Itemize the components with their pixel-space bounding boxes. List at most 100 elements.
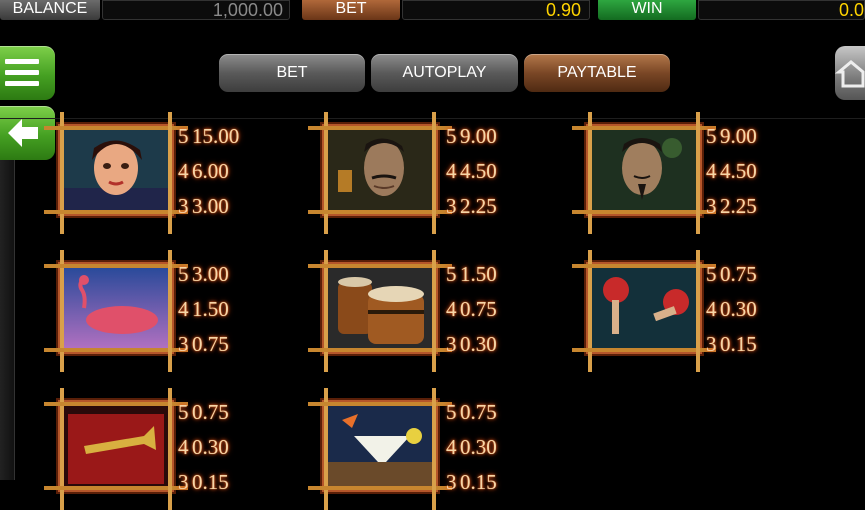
match-count: 3 [178, 470, 189, 494]
match-count: 5 [706, 124, 717, 148]
payout-value: 0.75 [192, 332, 229, 356]
match-count: 4 [178, 297, 189, 321]
win-label: WIN [598, 0, 696, 20]
match-count: 4 [178, 435, 189, 459]
pay-line: 4 0.30 [446, 435, 497, 460]
payout-value: 1.50 [192, 297, 229, 321]
pay-line: 5 9.00 [706, 124, 757, 149]
pay-line: 4 4.50 [446, 159, 497, 184]
pay-line: 3 0.15 [706, 332, 757, 357]
payout-value: 0.75 [460, 400, 497, 424]
match-count: 3 [446, 470, 457, 494]
hamburger-icon [5, 59, 39, 64]
pay-line: 5 0.75 [446, 400, 497, 425]
symbol-maracas [572, 250, 716, 372]
payout-value: 0.15 [192, 470, 229, 494]
bamboo-bar [572, 210, 716, 214]
woman-icon [64, 130, 168, 210]
pay-line: 3 0.15 [446, 470, 497, 495]
payout-value: 0.30 [460, 332, 497, 356]
payout-value: 2.25 [720, 194, 757, 218]
match-count: 3 [446, 194, 457, 218]
bet-label: BET [302, 0, 400, 20]
match-count: 4 [446, 159, 457, 183]
pay-line: 3 0.15 [178, 470, 229, 495]
bamboo-bar [572, 348, 716, 352]
man-mustache-icon [328, 130, 432, 210]
symbol-trumpet-case [44, 388, 188, 510]
payout-value: 9.00 [720, 124, 757, 148]
match-count: 3 [178, 332, 189, 356]
payout-value: 0.30 [720, 297, 757, 321]
pay-line: 5 1.50 [446, 262, 497, 287]
payout-value: 0.75 [192, 400, 229, 424]
status-bar: BALANCE 1,000.00 BET 0.90 WIN 0.0 [0, 0, 865, 22]
payout-value: 6.00 [192, 159, 229, 183]
pay-line: 4 4.50 [706, 159, 757, 184]
bamboo-bar [308, 486, 452, 490]
pay-line: 3 0.75 [178, 332, 229, 357]
payout-value: 0.75 [720, 262, 757, 286]
symbol-flamingo [44, 250, 188, 372]
pay-line: 3 2.25 [446, 194, 497, 219]
home-button[interactable] [834, 46, 865, 100]
home-icon [834, 60, 865, 88]
pay-line: 3 2.25 [706, 194, 757, 219]
payout-value: 3.00 [192, 262, 229, 286]
payout-value: 4.50 [460, 159, 497, 183]
trumpet-case-icon [64, 406, 168, 486]
symbol-man-with-goatee [572, 112, 716, 234]
match-count: 5 [446, 124, 457, 148]
side-rail [0, 160, 15, 480]
payout-value: 0.30 [192, 435, 229, 459]
match-count: 3 [706, 332, 717, 356]
pay-line: 5 9.00 [446, 124, 497, 149]
match-count: 5 [178, 124, 189, 148]
payout-value: 15.00 [192, 124, 240, 148]
match-count: 5 [178, 262, 189, 286]
man-goatee-icon [592, 130, 696, 210]
bamboo-bar [44, 210, 188, 214]
match-count: 5 [178, 400, 189, 424]
match-count: 3 [178, 194, 189, 218]
payout-value: 0.15 [720, 332, 757, 356]
match-count: 4 [446, 297, 457, 321]
pay-line: 4 1.50 [178, 297, 229, 322]
match-count: 4 [706, 297, 717, 321]
balance-label: BALANCE [0, 0, 100, 20]
maracas-icon [592, 268, 696, 348]
arrow-left-icon [8, 119, 38, 147]
pay-line: 4 6.00 [178, 159, 229, 184]
bamboo-bar [44, 348, 188, 352]
tab-paytable[interactable]: PAYTABLE [524, 54, 670, 92]
cocktail-icon [328, 406, 432, 486]
match-count: 5 [706, 262, 717, 286]
bamboo-bar [308, 210, 452, 214]
symbol-man-with-mustache [308, 112, 452, 234]
menu-button[interactable] [0, 46, 55, 100]
match-count: 4 [446, 435, 457, 459]
match-count: 3 [446, 332, 457, 356]
bet-value: 0.90 [402, 0, 590, 20]
pay-line: 4 0.75 [446, 297, 497, 322]
bamboo-bar [44, 486, 188, 490]
payout-value: 0.30 [460, 435, 497, 459]
back-button[interactable] [0, 106, 55, 160]
symbol-bongo-drums [308, 250, 452, 372]
pay-line: 4 0.30 [706, 297, 757, 322]
payout-value: 9.00 [460, 124, 497, 148]
pay-line: 3 0.30 [446, 332, 497, 357]
tab-bet[interactable]: BET [219, 54, 365, 92]
payout-value: 0.75 [460, 297, 497, 321]
match-count: 5 [446, 262, 457, 286]
payout-value: 0.15 [460, 470, 497, 494]
bongo-drums-icon [328, 268, 432, 348]
symbol-cocktail [308, 388, 452, 510]
tab-autoplay[interactable]: AUTOPLAY [371, 54, 518, 92]
symbol-woman [44, 112, 188, 234]
match-count: 4 [178, 159, 189, 183]
payout-value: 3.00 [192, 194, 229, 218]
payout-value: 4.50 [720, 159, 757, 183]
match-count: 5 [446, 400, 457, 424]
flamingo-icon [64, 268, 168, 348]
